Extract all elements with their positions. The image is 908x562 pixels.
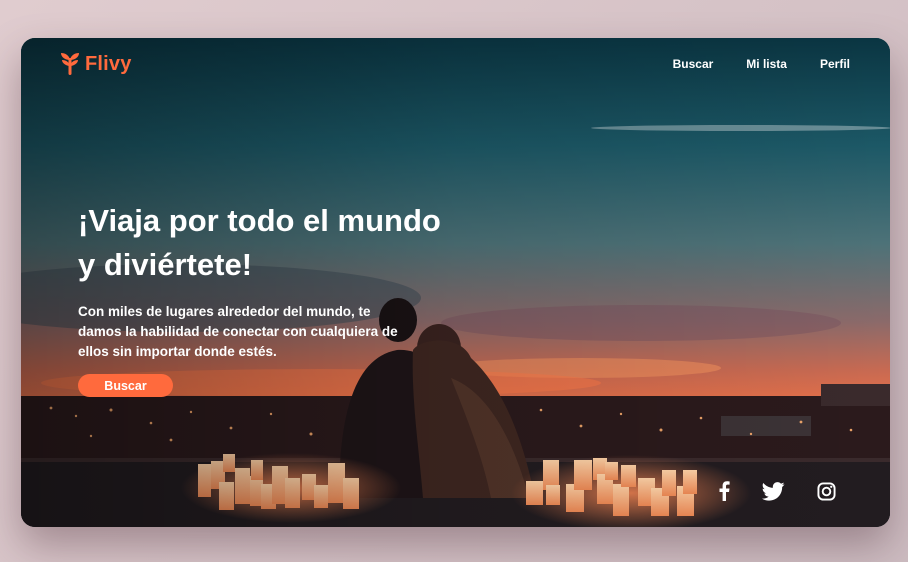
hero-description-line: Con miles de lugares alrededor del mundo…	[78, 304, 371, 319]
flivy-logo-icon	[61, 53, 79, 75]
hero-title-line: y diviértete!	[78, 247, 253, 282]
nav-item-perfil[interactable]: Perfil	[820, 57, 850, 71]
hero-description: Con miles de lugares alrededor del mundo…	[78, 302, 418, 362]
facebook-icon[interactable]	[718, 481, 730, 501]
hero-description-line: ellos sin importar donde estés.	[78, 344, 277, 359]
twitter-icon[interactable]	[762, 481, 785, 501]
hero-title-line: ¡Viaja por todo el mundo	[78, 203, 441, 238]
hero-card: Flivy Buscar Mi lista Perfil ¡Viaja por …	[21, 38, 890, 527]
hero-description-line: damos la habilidad de conectar con cualq…	[78, 324, 398, 339]
brand-name: Flivy	[85, 52, 132, 75]
main-nav: Buscar Mi lista Perfil	[640, 57, 850, 71]
nav-item-mi-lista[interactable]: Mi lista	[746, 57, 787, 71]
nav-item-buscar[interactable]: Buscar	[673, 57, 714, 71]
instagram-icon[interactable]	[817, 481, 836, 501]
navbar: Flivy Buscar Mi lista Perfil	[21, 38, 890, 94]
brand-logo[interactable]: Flivy	[59, 52, 132, 76]
hero-title: ¡Viaja por todo el mundo y diviértete!	[78, 199, 478, 287]
social-links	[686, 481, 836, 501]
search-cta-button[interactable]: Buscar	[78, 374, 173, 397]
